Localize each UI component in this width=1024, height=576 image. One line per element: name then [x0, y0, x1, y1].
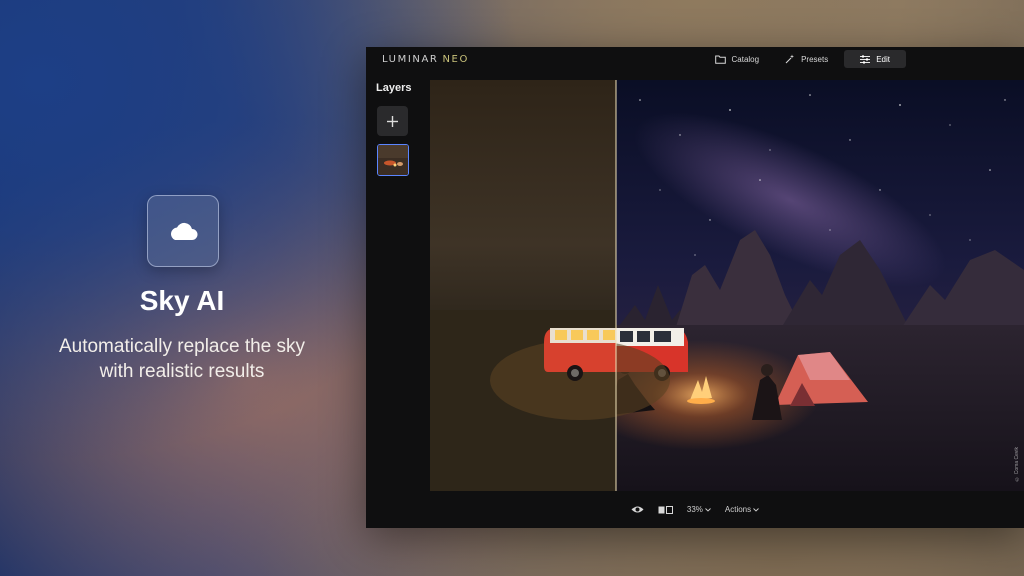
- zoom-value: 33%: [686, 505, 703, 514]
- magic-wand-icon: [785, 54, 795, 64]
- eye-icon: [631, 506, 644, 513]
- layer-thumbnail[interactable]: [377, 144, 409, 176]
- luminar-neo-logo: LUMINAR NEO: [382, 54, 469, 65]
- nav-edit[interactable]: Edit: [844, 50, 906, 68]
- nav-presets[interactable]: Presets: [775, 50, 838, 68]
- layer-thumbnail-image: [378, 145, 408, 175]
- feature-description: Automatically replace the sky with reali…: [20, 334, 344, 384]
- logo-accent-text: NEO: [442, 54, 469, 65]
- compare-button[interactable]: [658, 505, 673, 514]
- actions-dropdown[interactable]: Actions: [725, 505, 759, 514]
- nav-catalog-label: Catalog: [731, 54, 760, 64]
- sliders-icon: [860, 54, 871, 64]
- preview-toggle-button[interactable]: [631, 505, 644, 514]
- nav-edit-label: Edit: [876, 54, 890, 64]
- add-layer-button[interactable]: [377, 106, 408, 136]
- folder-icon: [714, 55, 726, 64]
- zoom-dropdown[interactable]: 33%: [687, 505, 711, 514]
- photo-credit: © Coma Cevik: [1014, 447, 1020, 482]
- sky-ai-feature-icon-box: [147, 195, 219, 267]
- actions-label: Actions: [724, 505, 752, 514]
- chevron-down-icon: [705, 507, 711, 512]
- cloud-icon: [170, 222, 198, 240]
- chevron-down-icon: [753, 507, 759, 512]
- compare-icon: [658, 505, 673, 514]
- photo-canvas[interactable]: [430, 80, 1024, 491]
- plus-icon: [387, 115, 398, 127]
- nav-presets-label: Presets: [801, 54, 829, 64]
- nav-catalog[interactable]: Catalog: [705, 50, 770, 68]
- layers-panel-title: Layers: [376, 82, 412, 94]
- luminar-app-window: LUMINAR NEO Catalog Presets Edit Layers …: [366, 47, 1024, 528]
- feature-description-line-1: Automatically replace the sky: [58, 336, 306, 357]
- bottom-toolbar: 33% Actions: [366, 491, 1024, 528]
- top-navigation: Catalog Presets Edit: [705, 50, 906, 68]
- logo-main-text: LUMINAR: [382, 54, 439, 65]
- feature-title: Sky AI: [139, 285, 225, 316]
- feature-description-line-2: with realistic results: [99, 361, 265, 382]
